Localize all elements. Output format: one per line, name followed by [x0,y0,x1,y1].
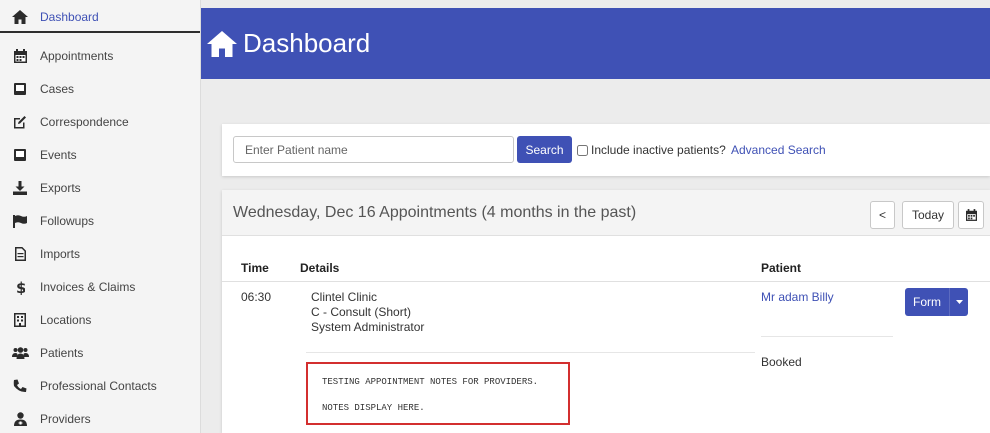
previous-day-button[interactable]: < [870,201,895,229]
note-line: TESTING APPOINTMENT NOTES FOR PROVIDERS. [322,377,539,387]
table-header-divider [222,281,990,282]
include-inactive-toggle[interactable]: Include inactive patients? [577,143,726,157]
appointments-panel: Wednesday, Dec 16 Appointments (4 months… [222,190,990,433]
appointment-status: Booked [761,355,802,369]
today-button[interactable]: Today [902,201,954,229]
sidebar-item-label: Dashboard [40,10,99,24]
sidebar-item-label: Professional Contacts [40,379,157,393]
calendar-icon [965,209,977,221]
sidebar-item-label: Exports [40,181,81,195]
search-button[interactable]: Search [517,136,572,163]
home-icon [207,30,237,57]
sidebar-item-label: Events [40,148,77,162]
sidebar-item-label: Correspondence [40,115,129,129]
page-title-text: Dashboard [243,28,371,58]
sidebar-item-patients[interactable]: Patients [0,338,200,368]
note-line: NOTES DISPLAY HERE. [322,403,425,413]
form-button[interactable]: Form [905,288,949,316]
download-icon [0,181,40,195]
patient-search-input[interactable] [233,136,514,163]
page-header: Dashboard [201,8,990,79]
building-icon [0,313,40,327]
sidebar-item-label: Imports [40,247,81,261]
appointment-notes: TESTING APPOINTMENT NOTES FOR PROVIDERS.… [306,362,570,425]
phone-icon [0,379,40,393]
column-header-time: Time [241,261,269,275]
edit-icon [0,115,40,129]
users-icon [0,347,40,359]
appointment-location: Clintel Clinic [311,290,378,304]
appointment-time: 06:30 [241,290,272,304]
include-inactive-label: Include inactive patients? [591,143,726,157]
flag-icon [0,214,40,228]
sidebar-item-exports[interactable]: Exports [0,173,200,203]
patient-search-panel: Search Include inactive patients? Advanc… [222,124,990,176]
sidebar: Dashboard Appointments Cases Corresponde… [0,0,201,433]
file-icon [0,247,40,261]
sidebar-item-professional-contacts[interactable]: Professional Contacts [0,371,200,401]
page-title: Dashboard [207,28,370,59]
sidebar-item-imports[interactable]: Imports [0,239,200,269]
home-icon [0,10,40,24]
sidebar-item-events[interactable]: Events [0,140,200,170]
sidebar-item-label: Appointments [40,49,114,63]
caret-down-icon [955,300,963,304]
advanced-search-link[interactable]: Advanced Search [731,143,826,157]
svg-text:$: $ [16,280,25,295]
details-divider [306,352,755,353]
date-picker-button[interactable] [958,201,984,229]
sidebar-item-label: Cases [40,82,75,96]
form-dropdown-toggle[interactable] [949,288,968,316]
sidebar-item-label: Patients [40,346,84,360]
provider-icon [0,412,40,426]
sidebar-item-label: Followups [40,214,95,228]
column-header-patient: Patient [761,261,802,275]
calendar-icon [0,49,40,63]
patient-divider [761,336,893,337]
appointment-type: C - Consult (Short) [311,305,412,319]
sidebar-item-label: Invoices & Claims [40,280,136,294]
sidebar-item-correspondence[interactable]: Correspondence [0,107,200,137]
event-icon [0,149,40,161]
sidebar-item-invoices[interactable]: $ Invoices & Claims [0,272,200,302]
sidebar-item-providers[interactable]: Providers [0,404,200,433]
appointment-provider: System Administrator [311,320,425,334]
sidebar-item-label: Providers [40,412,91,426]
sidebar-item-followups[interactable]: Followups [0,206,200,236]
dollar-icon: $ [0,280,40,295]
include-inactive-checkbox[interactable] [577,144,588,156]
folder-icon [0,83,40,95]
sidebar-item-cases[interactable]: Cases [0,74,200,104]
column-header-details: Details [300,261,340,275]
form-button-group: Form [905,288,968,316]
sidebar-item-dashboard[interactable]: Dashboard [0,3,200,33]
patient-link[interactable]: Mr adam Billy [761,290,834,304]
sidebar-item-label: Locations [40,313,92,327]
sidebar-item-locations[interactable]: Locations [0,305,200,335]
sidebar-item-appointments[interactable]: Appointments [0,41,200,71]
appointments-header: Wednesday, Dec 16 Appointments (4 months… [222,190,990,236]
appointments-title: Wednesday, Dec 16 Appointments (4 months… [233,204,637,221]
